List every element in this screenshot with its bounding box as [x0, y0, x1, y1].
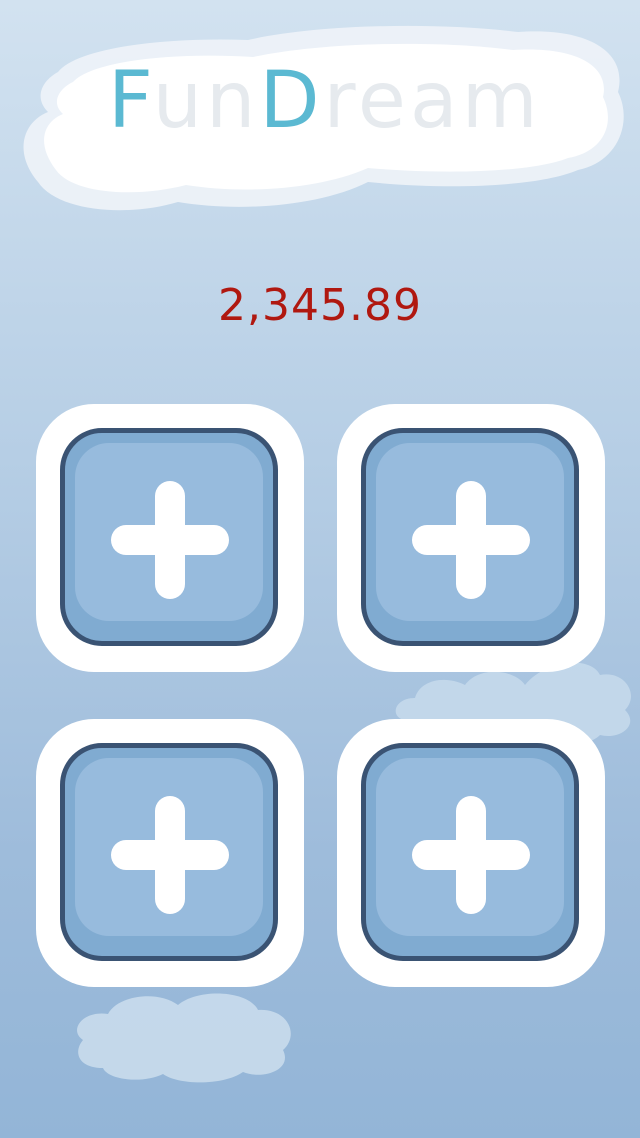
logo-letter-d: D [259, 56, 324, 146]
balance-display: 2,345.89 [218, 280, 422, 331]
add-button-2[interactable] [361, 428, 579, 646]
logo-text-ream: ream [323, 56, 542, 146]
add-button-1[interactable] [60, 428, 278, 646]
slot-card-2 [337, 404, 605, 672]
logo-text-un: un [152, 56, 260, 146]
background-cloud [77, 993, 291, 1083]
add-button-3[interactable] [60, 743, 278, 961]
slot-card-1 [36, 404, 304, 672]
add-button-4[interactable] [361, 743, 579, 961]
logo-letter-f: F [108, 56, 153, 146]
slot-card-3 [36, 719, 304, 987]
slot-card-4 [337, 719, 605, 987]
app-logo: FunDream [108, 62, 542, 140]
